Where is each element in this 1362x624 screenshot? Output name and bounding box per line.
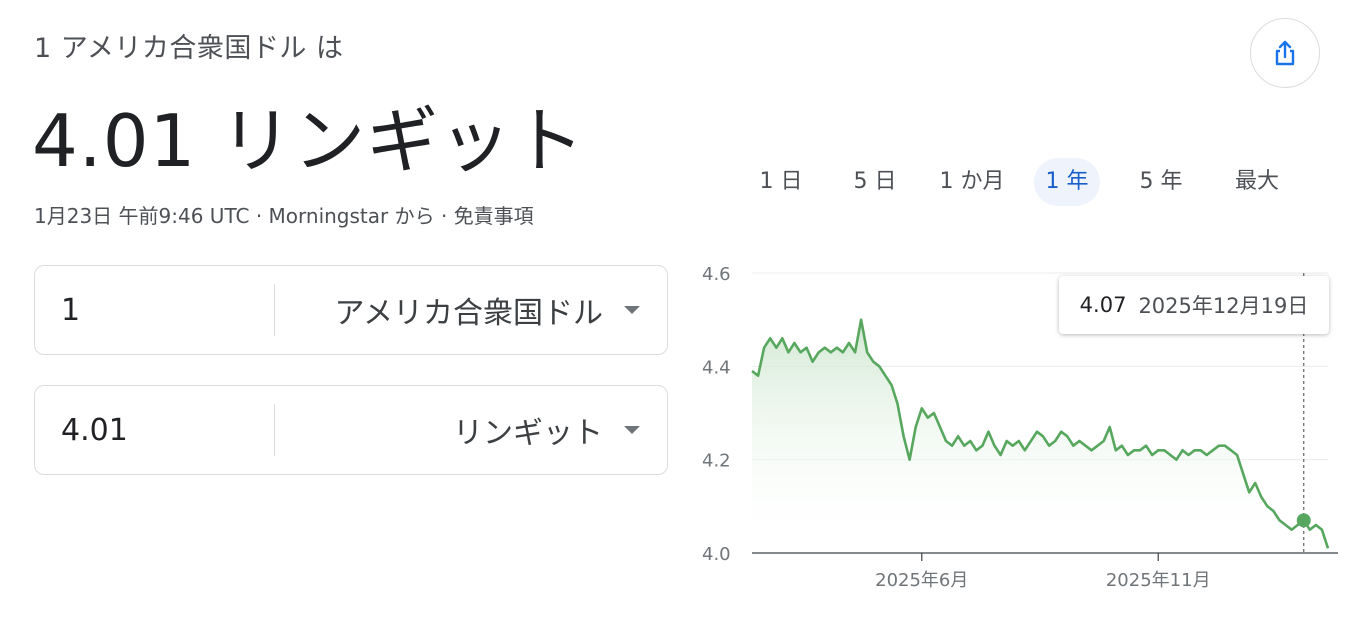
series-area [752, 319, 1328, 553]
tab-1-day[interactable]: 1 日 [740, 158, 822, 206]
to-currency-select[interactable]: リンギット [295, 386, 667, 474]
chevron-down-icon [624, 426, 640, 434]
source-link[interactable]: Morningstar から [269, 204, 435, 228]
from-amount-input[interactable] [61, 288, 261, 332]
from-currency-select[interactable]: アメリカ合衆国ドル [295, 266, 667, 354]
tab-5-year[interactable]: 5 年 [1118, 158, 1204, 206]
share-icon [1275, 40, 1295, 66]
tab-max[interactable]: 最大 [1214, 158, 1300, 206]
tab-1-month[interactable]: 1 か月 [928, 158, 1016, 206]
to-currency-label: リンギット [453, 416, 603, 451]
y-tick-label: 4.0 [702, 544, 731, 565]
share-button[interactable] [1250, 18, 1320, 88]
y-tick-label: 4.6 [702, 264, 731, 285]
to-currency-row: リンギット [34, 385, 668, 475]
range-tabs: 1 日 5 日 1 か月 1 年 5 年 最大 [740, 158, 1310, 206]
chevron-down-icon [624, 306, 640, 314]
to-amount-input[interactable] [61, 408, 261, 452]
tooltip-value: 4.07 [1079, 293, 1127, 317]
tab-5-day[interactable]: 5 日 [833, 158, 917, 206]
divider [274, 284, 275, 336]
x-tick-label: 2025年11月 [1106, 570, 1211, 591]
x-tick-label: 2025年6月 [875, 570, 968, 591]
source-meta: 1月23日 午前9:46 UTC · Morningstar から · 免責事項 [34, 200, 534, 229]
y-tick-label: 4.2 [702, 451, 731, 472]
conversion-result: 4.01 リンギット [32, 99, 586, 183]
from-currency-row: アメリカ合衆国ドル [34, 265, 668, 355]
disclaimer-link[interactable]: 免責事項 [454, 204, 534, 228]
timestamp: 1月23日 午前9:46 UTC [34, 204, 250, 228]
meta-separator: · [255, 204, 263, 228]
chart-tooltip: 4.07 2025年12月19日 [1059, 276, 1329, 334]
divider [274, 404, 275, 456]
meta-separator: · [440, 204, 448, 228]
tab-1-year[interactable]: 1 年 [1034, 158, 1100, 206]
tooltip-date: 2025年12月19日 [1138, 294, 1309, 318]
hover-point [1296, 513, 1311, 528]
from-currency-label: アメリカ合衆国ドル [334, 296, 604, 331]
y-tick-label: 4.4 [702, 357, 731, 378]
conversion-subtitle: 1 アメリカ合衆国ドル は [34, 33, 344, 64]
